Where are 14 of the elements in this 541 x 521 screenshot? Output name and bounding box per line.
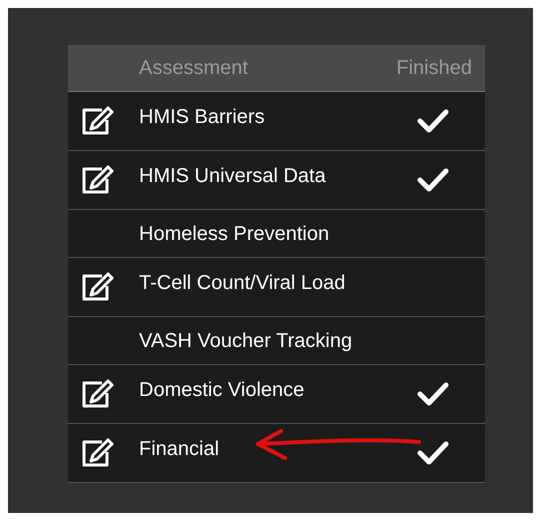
edit-icon[interactable] (80, 379, 114, 409)
column-header: Assessment (139, 56, 248, 81)
assessment-name: HMIS Universal Data (139, 164, 326, 189)
assessment-name: T-Cell Count/Viral Load (139, 271, 346, 296)
edit-icon[interactable] (80, 106, 114, 136)
assessment-name: HMIS Barriers (139, 105, 265, 130)
assessment-name: Homeless Prevention (139, 222, 330, 246)
edit-icon[interactable] (80, 272, 114, 302)
assessment-name: VASH Voucher Tracking (139, 328, 352, 354)
assessment-name: Domestic Violence (139, 378, 304, 403)
edit-icon[interactable] (80, 438, 114, 468)
edit-icon[interactable] (80, 165, 114, 195)
column-header: Finished (396, 56, 472, 81)
assessment-name: Financial (139, 437, 220, 462)
